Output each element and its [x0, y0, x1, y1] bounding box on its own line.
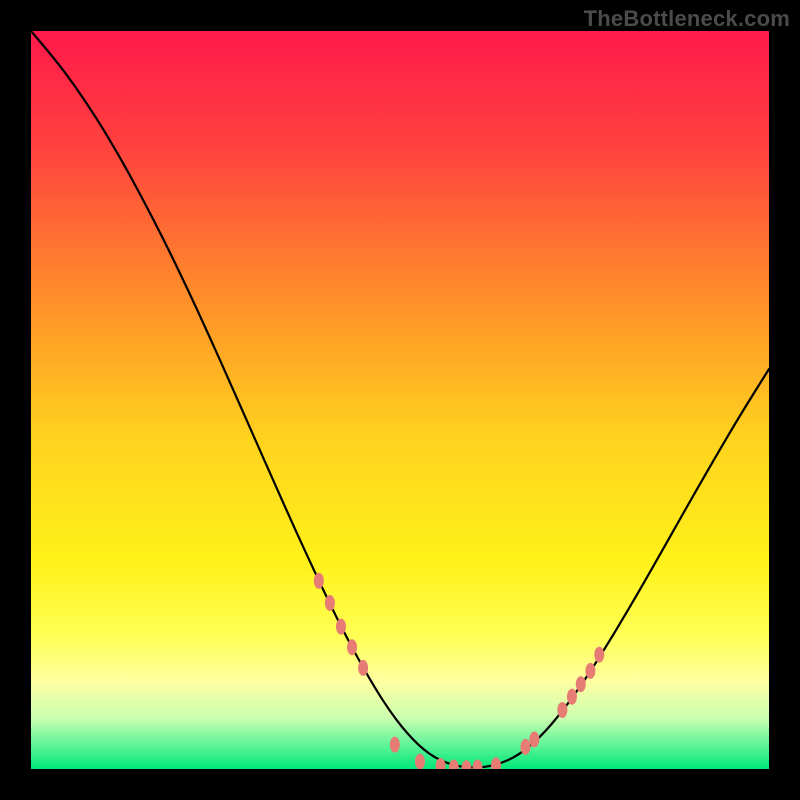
curve-marker: [325, 595, 335, 611]
bottleneck-chart: [31, 31, 769, 769]
curve-marker: [567, 689, 577, 705]
curve-marker: [585, 663, 595, 679]
curve-marker: [358, 660, 368, 676]
curve-marker: [529, 731, 539, 747]
curve-marker: [314, 573, 324, 589]
curve-marker: [594, 647, 604, 663]
curve-marker: [347, 639, 357, 655]
curve-marker: [390, 737, 400, 753]
chart-frame: TheBottleneck.com: [0, 0, 800, 800]
curve-marker: [576, 676, 586, 692]
curve-marker: [336, 619, 346, 635]
curve-marker: [520, 739, 530, 755]
plot-background: [31, 31, 769, 769]
curve-marker: [415, 754, 425, 769]
curve-marker: [557, 702, 567, 718]
attribution-text: TheBottleneck.com: [584, 6, 790, 32]
